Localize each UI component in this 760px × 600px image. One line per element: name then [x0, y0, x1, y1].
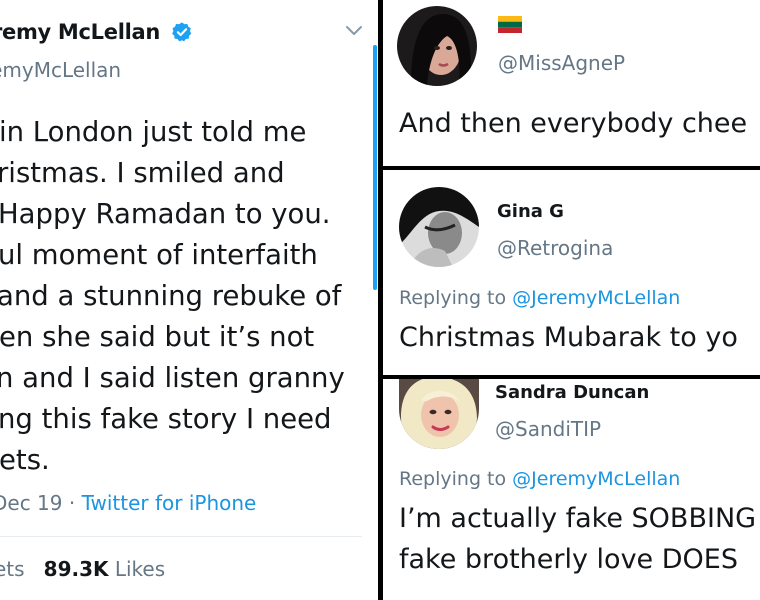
verified-badge-icon	[172, 22, 192, 42]
author-handle[interactable]: eremyMcLellan	[0, 58, 121, 82]
replying-to: Replying to @JeremyMcLellan	[399, 287, 680, 309]
likes-label[interactable]: Likes	[115, 557, 165, 581]
lithuania-flag-icon	[498, 16, 522, 33]
reply-text-line: I’m actually fake SOBBING	[399, 503, 757, 534]
author-name-text[interactable]: eremy McLellan	[0, 20, 160, 44]
replying-to-label: Replying to	[399, 287, 513, 309]
avatar[interactable]	[399, 379, 479, 449]
tweet-line: and a stunning rebuke of	[0, 280, 342, 312]
tweet-line: Happy Ramadan to you.	[0, 198, 331, 230]
divider	[0, 536, 362, 537]
reply-author-name[interactable]: Sandra Duncan	[495, 382, 649, 403]
reply-text: Christmas Mubarak to yo	[399, 322, 738, 353]
scrollbar[interactable]	[373, 45, 377, 290]
likes-count[interactable]: 89.3K	[44, 557, 109, 581]
reply-text-line: fake brotherly love DOES	[399, 544, 738, 575]
tweet-source-link[interactable]: Twitter for iPhone	[82, 491, 257, 515]
reply-handle[interactable]: @MissAgneP	[498, 51, 625, 75]
tweet-stats: ets 89.3K Likes	[0, 557, 165, 581]
tweet-date[interactable]: Dec 19 ·	[0, 491, 82, 515]
replying-to: Replying to @JeremyMcLellan	[399, 468, 680, 490]
retweets-label[interactable]: ets	[0, 557, 25, 581]
reply-tweet-2: Gina G @Retrogina Replying to @JeremyMcL…	[383, 170, 760, 375]
main-tweet: eremy McLellan eremyMcLellan in London j…	[0, 0, 378, 600]
reply-tweet-1: @MissAgneP And then everybody chee	[383, 0, 760, 166]
tweet-line: ets.	[0, 444, 50, 476]
tweet-meta: Dec 19 · Twitter for iPhone	[0, 491, 256, 515]
tweet-line: en she said but it’s not	[0, 321, 315, 353]
avatar[interactable]	[397, 6, 477, 86]
replying-to-label: Replying to	[399, 468, 513, 490]
tweet-line: ul moment of interfaith	[0, 239, 318, 271]
reply-handle[interactable]: @Retrogina	[497, 236, 613, 260]
reply-tweet-3: Sandra Duncan @SandiTIP Replying to @Jer…	[383, 379, 760, 600]
tweet-line: ng this fake story I need	[0, 403, 332, 435]
reply-handle[interactable]: @SandiTIP	[495, 417, 601, 441]
tweet-line: in London just told me	[0, 116, 307, 148]
mention-link[interactable]: @JeremyMcLellan	[512, 468, 680, 490]
reply-author-name[interactable]: Gina G	[497, 201, 564, 222]
reply-text: And then everybody chee	[399, 108, 748, 139]
chevron-down-icon[interactable]	[344, 24, 364, 38]
mention-link[interactable]: @JeremyMcLellan	[512, 287, 680, 309]
author-name[interactable]: eremy McLellan	[0, 20, 193, 44]
tweet-line: ristmas. I smiled and	[0, 157, 285, 189]
tweet-line: n and I said listen granny	[0, 362, 345, 394]
avatar[interactable]	[399, 187, 479, 267]
